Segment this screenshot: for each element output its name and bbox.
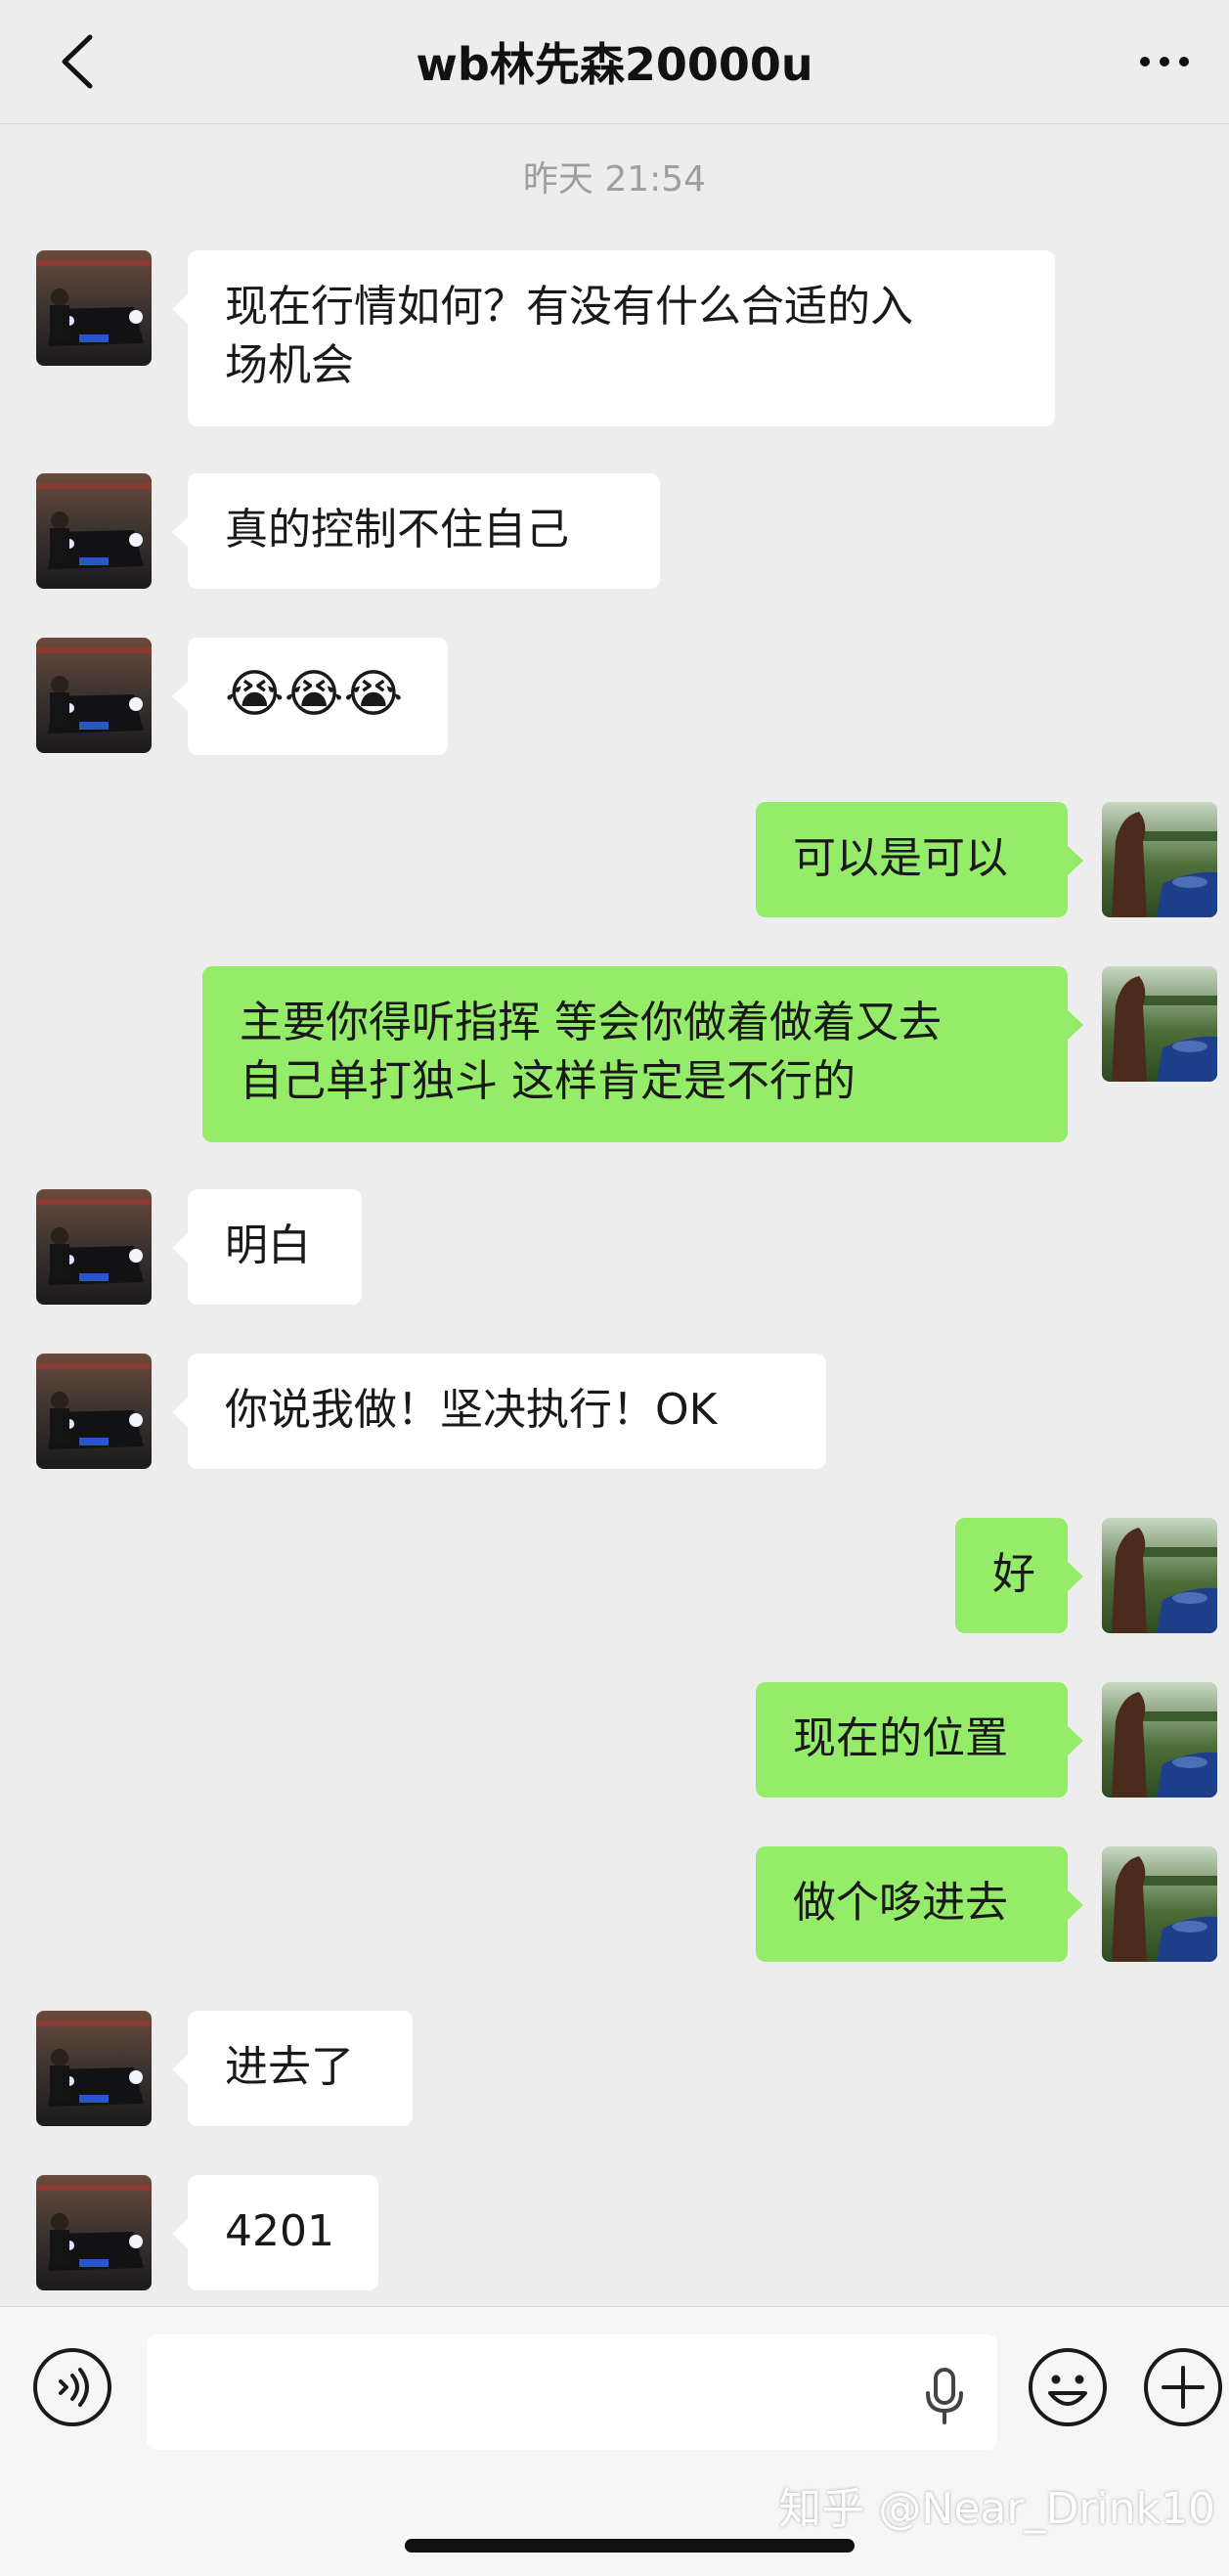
outgoing-message-bubble[interactable]: 可以是可以 xyxy=(756,802,1083,917)
message-text: 做个哆进去 xyxy=(793,1878,1008,1928)
plus-icon[interactable] xyxy=(1142,2346,1224,2428)
message-text: 好 xyxy=(992,1549,1035,1599)
voice-icon[interactable] xyxy=(31,2346,113,2428)
my-avatar[interactable] xyxy=(1102,1518,1217,1633)
message-text: 现在行情如何？有没有什么合适的入 场机会 xyxy=(225,282,913,390)
chat-title: wb林先森20000u xyxy=(416,38,813,91)
header-divider xyxy=(0,123,1229,124)
watermark-text: 知乎 @Near_Drink10 xyxy=(778,2484,1215,2534)
message-text: 真的控制不住自己 xyxy=(225,505,569,555)
contact-avatar[interactable] xyxy=(36,2011,152,2126)
message-text: 主要你得听指挥 等会你做着做着又去 自己单打独斗 这样肯定是不行的 xyxy=(240,998,942,1106)
emoji-icon[interactable] xyxy=(1027,2346,1109,2428)
input-bar: 知乎 @Near_Drink10 xyxy=(0,2306,1229,2576)
my-avatar[interactable] xyxy=(1102,1682,1217,1798)
message-text: 进去了 xyxy=(225,2042,354,2092)
contact-avatar[interactable] xyxy=(36,1189,152,1305)
message-input[interactable] xyxy=(147,2334,997,2450)
outgoing-message-bubble[interactable]: 做个哆进去 xyxy=(756,1846,1083,1962)
emoji-text: 😭😭😭 xyxy=(225,665,404,724)
my-avatar[interactable] xyxy=(1102,1846,1217,1962)
incoming-message-bubble[interactable]: 进去了 xyxy=(172,2011,413,2126)
contact-avatar[interactable] xyxy=(36,2175,152,2290)
message-text: 可以是可以 xyxy=(793,833,1008,883)
home-indicator[interactable] xyxy=(405,2539,855,2553)
incoming-message-bubble[interactable]: 明白 xyxy=(172,1189,362,1305)
chat-header: wb林先森20000u xyxy=(0,0,1229,123)
message-text: 现在的位置 xyxy=(793,1713,1008,1763)
message-text: 明白 xyxy=(225,1221,311,1270)
message-text: 4201 xyxy=(225,2206,334,2256)
contact-avatar[interactable] xyxy=(36,250,152,366)
contact-avatar[interactable] xyxy=(36,638,152,753)
contact-avatar[interactable] xyxy=(36,1354,152,1469)
my-avatar[interactable] xyxy=(1102,802,1217,917)
incoming-message-bubble[interactable]: 4201 xyxy=(172,2175,378,2290)
incoming-message-bubble[interactable]: 真的控制不住自己 xyxy=(172,473,660,589)
microphone-icon[interactable] xyxy=(923,2366,966,2426)
message-timestamp: 昨天 21:54 xyxy=(522,159,707,200)
outgoing-message-bubble[interactable]: 好 xyxy=(955,1518,1083,1633)
incoming-message-bubble[interactable]: 你说我做！坚决执行！OK xyxy=(172,1354,826,1469)
contact-avatar[interactable] xyxy=(36,473,152,589)
message-text: 你说我做！坚决执行！OK xyxy=(225,1385,718,1435)
outgoing-message-bubble[interactable]: 现在的位置 xyxy=(756,1682,1083,1798)
incoming-message-bubble[interactable]: 现在行情如何？有没有什么合适的入 场机会 xyxy=(172,250,1055,426)
my-avatar[interactable] xyxy=(1102,966,1217,1082)
incoming-message-bubble[interactable]: 😭😭😭 xyxy=(172,638,448,755)
outgoing-message-bubble[interactable]: 主要你得听指挥 等会你做着做着又去 自己单打独斗 这样肯定是不行的 xyxy=(202,966,1083,1142)
more-dots-icon[interactable] xyxy=(1125,37,1204,86)
